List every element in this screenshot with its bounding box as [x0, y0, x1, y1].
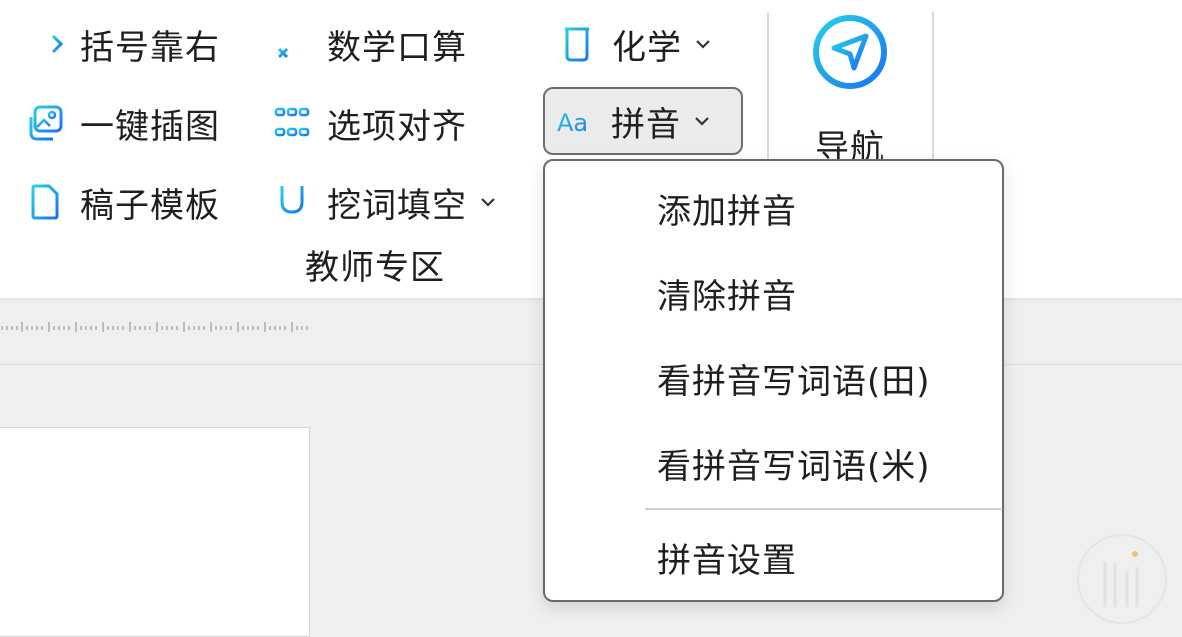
pinyin-aa-text: Aa: [557, 109, 588, 137]
chevron-down-icon: [694, 35, 712, 53]
cloze-fill-blank-label: 挖词填空: [327, 185, 467, 226]
align-right-arrow-icon: [25, 24, 65, 64]
menu-item-label: 清除拼音: [657, 276, 797, 317]
menu-item-clear-pinyin[interactable]: 清除拼音: [545, 258, 1002, 328]
pinyin-aa-icon: Aa: [555, 101, 599, 141]
menu-separator: [645, 508, 1001, 510]
one-click-insert-image-label: 一键插图: [80, 106, 220, 147]
manuscript-template-button[interactable]: 稿子模板: [25, 176, 220, 228]
ribbon-separator: [932, 12, 934, 162]
chemistry-button[interactable]: 化学: [557, 18, 712, 70]
pinyin-label: 拼音: [611, 104, 681, 145]
menu-item-label: 添加拼音: [657, 191, 797, 232]
navigation-arrow-icon: [812, 14, 888, 90]
chemistry-label: 化学: [612, 27, 682, 68]
ribbon-separator: [767, 12, 769, 162]
bracket-align-right-button[interactable]: 括号靠右: [25, 18, 220, 70]
menu-item-label: 拼音设置: [657, 540, 797, 581]
cloze-fill-blank-button[interactable]: 挖词填空: [272, 176, 497, 228]
options-align-button[interactable]: 选项对齐: [272, 97, 467, 149]
beaker-icon: [557, 24, 597, 64]
chevron-down-icon: [479, 193, 497, 211]
options-align-label: 选项对齐: [327, 106, 467, 147]
math-oral-arithmetic-label: 数学口算: [327, 27, 467, 68]
insert-image-icon: [25, 103, 65, 143]
watermark-logo: [1077, 534, 1167, 624]
document-page[interactable]: [0, 427, 310, 637]
teacher-zone-group-label: 教师专区: [305, 248, 445, 288]
math-oral-arithmetic-button[interactable]: 数学口算: [272, 18, 467, 70]
underline-fill-blank-icon: [272, 182, 312, 222]
horizontal-ruler: [1, 322, 308, 332]
math-arithmetic-icon: [272, 24, 312, 64]
manuscript-template-label: 稿子模板: [80, 185, 220, 226]
bracket-align-right-label: 括号靠右: [80, 27, 220, 68]
menu-item-label: 看拼音写词语(田): [657, 361, 931, 402]
pinyin-button[interactable]: Aa 拼音: [555, 95, 711, 147]
menu-item-add-pinyin[interactable]: 添加拼音: [545, 173, 1002, 243]
menu-item-label: 看拼音写词语(米): [657, 446, 931, 487]
menu-item-pinyin-words-mi-grid[interactable]: 看拼音写词语(米): [545, 428, 1002, 498]
one-click-insert-image-button[interactable]: 一键插图: [25, 97, 220, 149]
navigation-button[interactable]: 导航: [800, 12, 900, 168]
menu-item-pinyin-words-tian-grid[interactable]: 看拼音写词语(田): [545, 343, 1002, 413]
pinyin-dropdown-menu: 添加拼音 清除拼音 看拼音写词语(田) 看拼音写词语(米) 拼音设置: [543, 159, 1004, 602]
chevron-down-icon: [693, 112, 711, 130]
document-template-icon: [25, 182, 65, 222]
menu-item-pinyin-settings[interactable]: 拼音设置: [545, 522, 1002, 592]
options-align-icon: [272, 103, 312, 143]
